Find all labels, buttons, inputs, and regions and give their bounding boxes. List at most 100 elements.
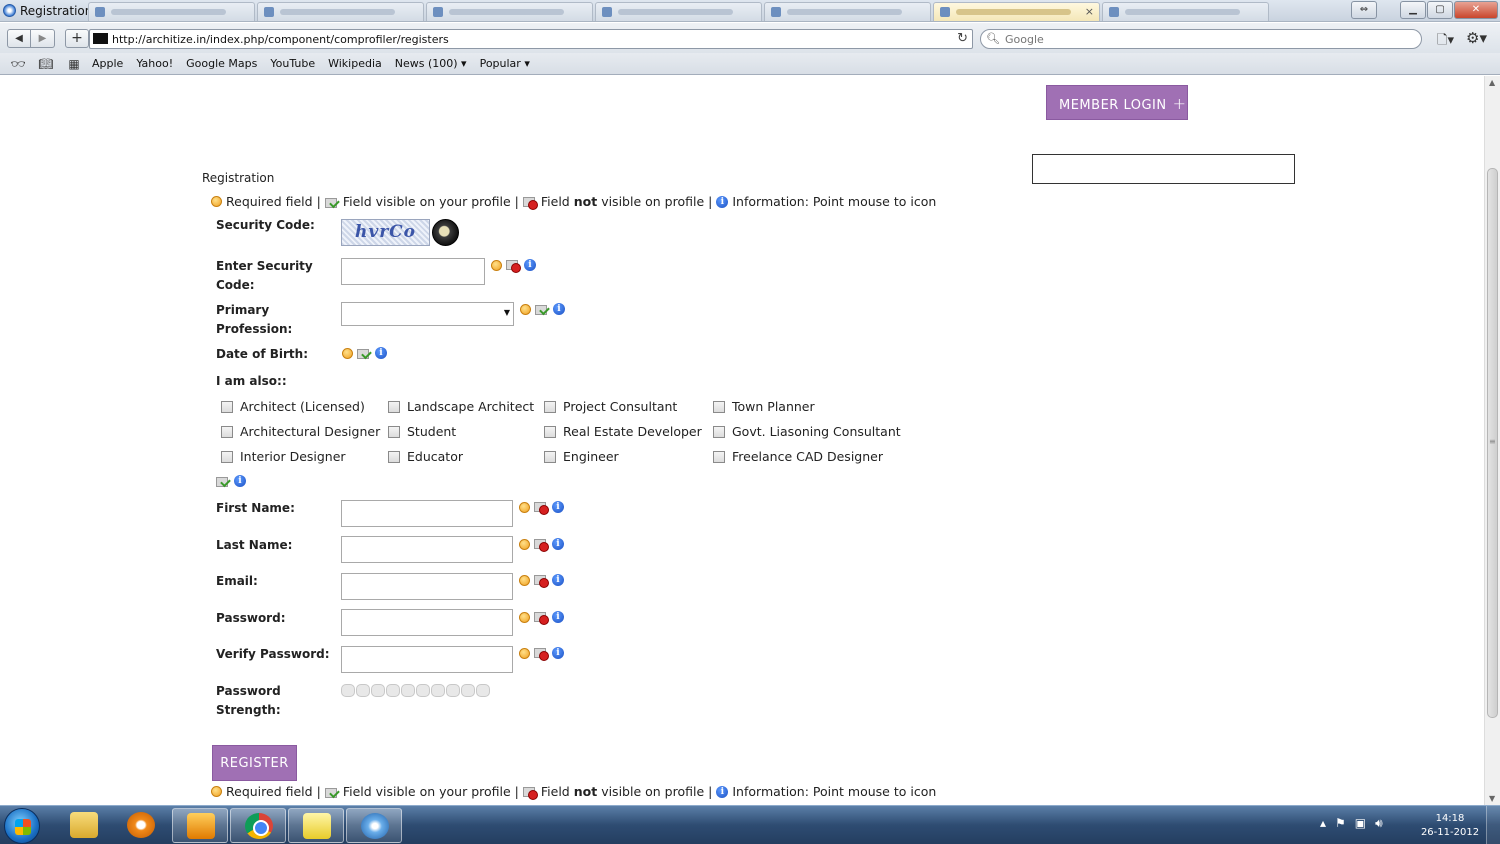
tab-overview-button[interactable]: ⇔ <box>1351 1 1377 19</box>
checkbox-landscape-architect[interactable]: Landscape Architect <box>388 399 534 414</box>
browser-tab[interactable] <box>257 2 424 21</box>
tray-expand-icon[interactable]: ▴ <box>1320 816 1326 831</box>
bookmark-yahoo[interactable]: Yahoo! <box>136 57 173 70</box>
web-page: MEMBER LOGIN + Registration Required fiel… <box>0 76 1484 805</box>
bookmark-popular-folder[interactable]: Popular ▾ <box>480 57 530 70</box>
info-icon[interactable]: i <box>552 611 564 623</box>
password-input[interactable] <box>341 609 513 636</box>
field-not-visible-icon <box>522 786 538 800</box>
checkbox-student[interactable]: Student <box>388 424 456 439</box>
checkbox-interior-designer[interactable]: Interior Designer <box>221 449 346 464</box>
reload-icon[interactable]: ↻ <box>957 31 968 46</box>
info-icon[interactable]: i <box>234 475 246 487</box>
checkbox-town-planner[interactable]: Town Planner <box>713 399 815 414</box>
required-field-icon <box>520 303 531 315</box>
enter-security-code-label: Enter Security Code: <box>216 259 313 292</box>
volume-icon[interactable]: 🔊︎ <box>1375 816 1383 831</box>
security-code-label: Security Code: <box>216 218 315 232</box>
field-visible-icon <box>535 303 549 315</box>
register-button[interactable]: REGISTER <box>212 745 297 781</box>
info-icon[interactable]: i <box>716 785 729 798</box>
first-name-input[interactable] <box>341 500 513 527</box>
show-desktop-button[interactable] <box>1486 806 1500 844</box>
clock-date: 26-11-2012 <box>1420 827 1480 838</box>
checkbox-real-estate-developer[interactable]: Real Estate Developer <box>544 424 702 439</box>
last-name-label: Last Name: <box>216 538 293 552</box>
bookmark-google-maps[interactable]: Google Maps <box>186 57 257 70</box>
bookmark-news-folder[interactable]: News (100) ▾ <box>395 57 467 70</box>
checkbox-architect-licensed[interactable]: Architect (Licensed) <box>221 399 365 414</box>
taskbar-media-player[interactable] <box>113 808 169 843</box>
tab-favicon-icon <box>433 7 443 17</box>
primary-profession-select[interactable]: ▼ <box>341 302 514 326</box>
password-label: Password: <box>216 611 286 625</box>
back-button[interactable]: ◀ <box>7 29 31 48</box>
info-icon[interactable]: i <box>375 347 387 359</box>
tab-favicon-icon <box>1109 7 1119 17</box>
scroll-up-icon[interactable]: ▲ <box>1489 78 1495 87</box>
info-icon[interactable]: i <box>553 303 565 315</box>
taskbar-sticky-notes[interactable] <box>288 808 344 843</box>
search-field[interactable]: 🔍︎ <box>980 29 1422 49</box>
security-code-field-icons: i <box>491 259 536 273</box>
info-icon[interactable]: i <box>552 501 564 513</box>
taskbar-clock[interactable]: 14:18 26-11-2012 <box>1420 812 1480 840</box>
start-button[interactable] <box>4 808 40 844</box>
bookmarks-book-icon[interactable]: 📖︎ <box>36 57 56 71</box>
checkbox-freelance-cad-designer[interactable]: Freelance CAD Designer <box>713 449 883 464</box>
email-input[interactable] <box>341 573 513 600</box>
info-icon[interactable]: i <box>552 574 564 586</box>
bookmark-wikipedia[interactable]: Wikipedia <box>328 57 382 70</box>
sticky-notes-icon <box>303 813 331 839</box>
browser-tab[interactable] <box>426 2 593 21</box>
checkbox-govt-liasoning-consultant[interactable]: Govt. Liasoning Consultant <box>713 424 901 439</box>
forward-button[interactable]: ▶ <box>31 29 55 48</box>
info-icon[interactable]: i <box>552 538 564 550</box>
gear-icon[interactable]: ⚙▾ <box>1466 29 1487 47</box>
checkbox-architectural-designer[interactable]: Architectural Designer <box>221 424 380 439</box>
checkbox-project-consultant[interactable]: Project Consultant <box>544 399 677 414</box>
browser-tab[interactable] <box>595 2 762 21</box>
browser-tab-active[interactable]: × <box>933 2 1100 21</box>
vertical-scrollbar[interactable]: ▲ ≡ ▼ <box>1484 76 1500 805</box>
maximize-button[interactable]: ▢ <box>1427 1 1453 19</box>
search-input[interactable] <box>1005 32 1405 46</box>
address-bar[interactable]: http://architize.in/index.php/component/… <box>89 29 973 49</box>
info-icon[interactable]: i <box>552 647 564 659</box>
add-bookmark-button[interactable]: + <box>65 29 89 48</box>
dob-field-icons: i <box>342 347 387 359</box>
captcha-audio-button[interactable] <box>432 219 459 246</box>
taskbar-outlook[interactable] <box>172 808 228 843</box>
browser-tab[interactable] <box>1102 2 1269 21</box>
checkbox-educator[interactable]: Educator <box>388 449 463 464</box>
top-sites-grid-icon[interactable]: ▦ <box>64 57 84 71</box>
browser-tab[interactable] <box>88 2 255 21</box>
network-icon[interactable]: ▣ <box>1355 816 1366 831</box>
page-menu-icon[interactable]: 🗋▾ <box>1437 31 1454 53</box>
minimize-button[interactable]: ▁ <box>1400 1 1426 19</box>
clock-time: 14:18 <box>1435 813 1465 824</box>
action-center-flag-icon[interactable]: ⚑ <box>1335 816 1346 831</box>
taskbar-safari[interactable] <box>346 808 402 843</box>
checkbox-engineer[interactable]: Engineer <box>544 449 619 464</box>
windows-taskbar: ▴ ⚑ ▣ 🔊︎ 14:18 26-11-2012 <box>0 805 1500 844</box>
scroll-down-icon[interactable]: ▼ <box>1489 794 1495 803</box>
field-not-visible-icon <box>522 196 538 210</box>
close-window-button[interactable]: ✕ <box>1454 1 1498 19</box>
bookmark-apple[interactable]: Apple <box>92 57 123 70</box>
tab-close-icon[interactable]: × <box>1085 5 1094 18</box>
info-icon[interactable]: i <box>716 195 729 208</box>
field-not-visible-icon <box>534 647 549 661</box>
window-titlebar: Registration × ⇔ ▁ ▢ ✕ <box>0 0 1500 22</box>
bookmark-youtube[interactable]: YouTube <box>270 57 315 70</box>
taskbar-explorer[interactable] <box>56 808 112 843</box>
last-name-input[interactable] <box>341 536 513 563</box>
member-login-button[interactable]: MEMBER LOGIN + <box>1046 85 1188 120</box>
field-not-visible-icon <box>534 501 549 515</box>
reading-list-icon[interactable]: 👓︎ <box>8 57 28 71</box>
browser-tab[interactable] <box>764 2 931 21</box>
verify-password-input[interactable] <box>341 646 513 673</box>
taskbar-chrome[interactable] <box>230 808 286 843</box>
info-icon[interactable]: i <box>524 259 536 271</box>
security-code-input[interactable] <box>341 258 485 285</box>
